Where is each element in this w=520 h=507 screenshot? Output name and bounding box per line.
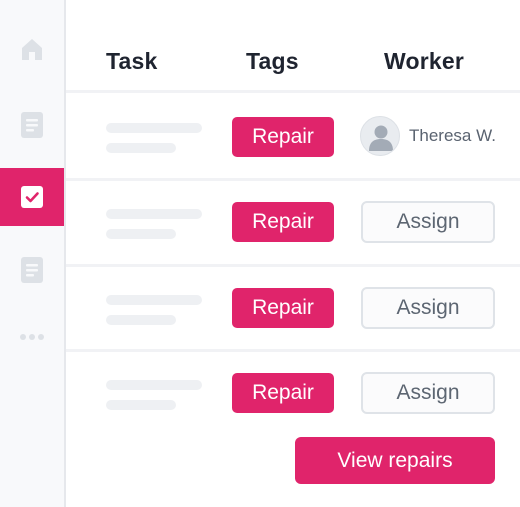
assign-button[interactable]: Assign <box>361 201 495 243</box>
avatar <box>360 116 400 156</box>
sidebar-item-home[interactable] <box>0 20 64 78</box>
column-header-task: Task <box>106 48 158 74</box>
task-placeholder-line <box>106 143 176 153</box>
document-icon <box>21 112 43 138</box>
assign-button[interactable]: Assign <box>361 287 495 329</box>
sidebar <box>0 0 66 507</box>
assigned-worker[interactable]: Theresa W. <box>360 116 496 156</box>
tag-badge[interactable]: Repair <box>232 202 334 242</box>
assign-button[interactable]: Assign <box>361 372 495 414</box>
row-divider <box>66 90 520 93</box>
task-placeholder-line <box>106 400 176 410</box>
worker-name: Theresa W. <box>409 126 496 145</box>
row-divider <box>66 264 520 267</box>
sidebar-item-more[interactable] <box>0 308 64 366</box>
task-placeholder-line <box>106 315 176 325</box>
checkbox-icon <box>21 186 43 208</box>
task-placeholder-line <box>106 380 202 390</box>
task-placeholder-line <box>106 229 176 239</box>
sidebar-item-document[interactable] <box>0 96 64 154</box>
row-divider <box>66 178 520 181</box>
task-placeholder-line <box>106 295 202 305</box>
tag-badge[interactable]: Repair <box>232 117 334 157</box>
tag-badge[interactable]: Repair <box>232 373 334 413</box>
app-frame: Task Tags Worker Repair Theresa W. Repai… <box>0 0 520 507</box>
task-table: Task Tags Worker Repair Theresa W. Repai… <box>66 0 520 507</box>
sidebar-item-report[interactable] <box>0 241 64 299</box>
task-placeholder-line <box>106 123 202 133</box>
column-header-tags: Tags <box>246 48 299 74</box>
column-header-worker: Worker <box>384 48 465 74</box>
home-icon <box>22 39 42 60</box>
row-divider <box>66 349 520 352</box>
tag-badge[interactable]: Repair <box>232 288 334 328</box>
task-placeholder-line <box>106 209 202 219</box>
more-icon <box>20 334 44 340</box>
user-icon <box>369 125 393 151</box>
document-icon <box>21 257 43 283</box>
sidebar-item-tasks[interactable] <box>0 168 64 226</box>
view-repairs-button[interactable]: View repairs <box>295 437 495 484</box>
